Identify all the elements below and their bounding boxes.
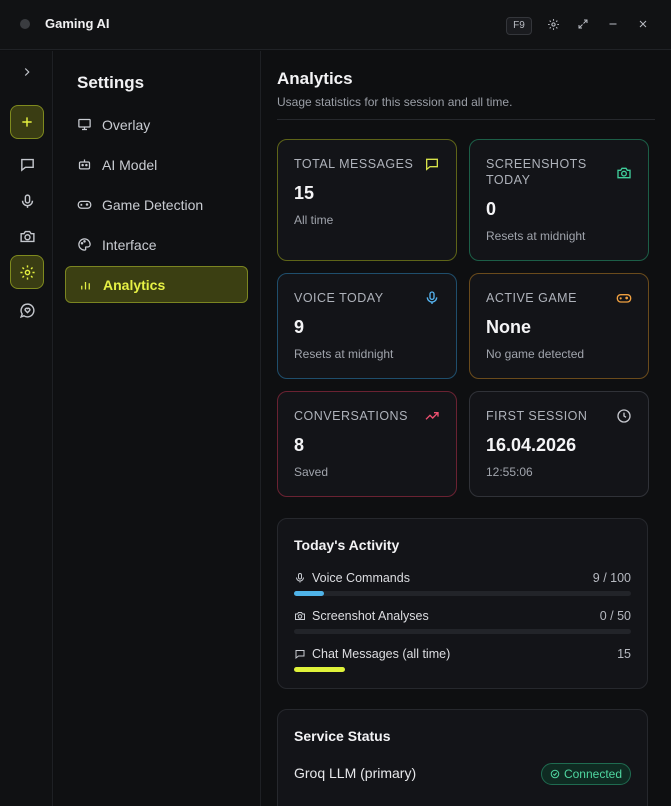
- analytics-panel: Analytics Usage statistics for this sess…: [261, 51, 671, 806]
- status-label: Connected: [563, 767, 622, 781]
- mic-icon[interactable]: [10, 184, 44, 218]
- activity-label: Voice Commands: [312, 571, 410, 585]
- stat-card-first-session: FIRST SESSION 16.04.2026 12:55:06: [469, 391, 649, 497]
- card-label: ACTIVE GAME: [486, 291, 577, 305]
- palette-icon: [78, 238, 91, 251]
- robot-icon: [78, 159, 91, 170]
- progress-fill: [294, 667, 345, 672]
- icon-rail: [0, 51, 53, 806]
- nav-item-label: Interface: [102, 236, 157, 253]
- nav-item-analytics[interactable]: Analytics: [65, 266, 248, 303]
- gear-icon[interactable]: [10, 255, 44, 289]
- card-value: 15: [294, 183, 315, 203]
- activity-label: Chat Messages (all time): [312, 647, 451, 661]
- nav-item-interface[interactable]: Interface: [65, 226, 248, 263]
- service-status-panel: Service Status Groq LLM (primary) Connec…: [277, 709, 648, 806]
- card-value: 8: [294, 435, 305, 455]
- card-value: 0: [486, 199, 497, 219]
- card-note: All time: [294, 213, 334, 227]
- nav-item-ai-model[interactable]: AI Model: [65, 146, 248, 183]
- progress-bar: [294, 629, 631, 634]
- nav-item-overlay[interactable]: Overlay: [65, 106, 248, 143]
- card-value: None: [486, 317, 531, 337]
- card-note: Resets at midnight: [486, 229, 586, 243]
- card-label: TOTAL MESSAGES: [294, 157, 414, 171]
- camera-icon: [295, 612, 305, 620]
- card-label: VOICE TODAY: [294, 291, 384, 305]
- clock-icon: [617, 409, 631, 423]
- gamepad-icon: [616, 294, 632, 303]
- plus-icon[interactable]: [10, 105, 44, 139]
- activity-row-chat: Chat Messages (all time) 15: [294, 647, 631, 672]
- close-icon[interactable]: [633, 14, 653, 34]
- page-subtitle: Usage statistics for this session and al…: [277, 95, 513, 109]
- settings-nav: Settings Overlay AI Model Game Detection…: [54, 51, 261, 806]
- card-note: Resets at midnight: [294, 347, 394, 361]
- activity-title: Today's Activity: [294, 537, 400, 553]
- card-label: SCREENSHOTS TODAY: [486, 157, 587, 187]
- activity-value: 15: [617, 647, 631, 661]
- progress-fill: [294, 591, 325, 596]
- nav-item-label: AI Model: [102, 156, 158, 173]
- title-bar: Gaming AI F9: [0, 0, 671, 50]
- camera-icon[interactable]: [10, 219, 44, 253]
- service-title: Service Status: [294, 728, 391, 744]
- nav-item-label: Overlay: [102, 116, 151, 133]
- activity-label: Screenshot Analyses: [312, 609, 429, 623]
- camera-icon: [617, 167, 631, 179]
- activity-row-voice: Voice Commands 9 / 100: [294, 571, 631, 596]
- card-value: 16.04.2026: [486, 435, 577, 455]
- app-title: Gaming AI: [45, 16, 110, 31]
- minimize-icon[interactable]: [603, 14, 623, 34]
- heart-chat-icon[interactable]: [10, 293, 44, 327]
- activity-row-screenshot: Screenshot Analyses 0 / 50: [294, 609, 631, 634]
- activity-value: 9 / 100: [592, 571, 631, 585]
- service-name: Groq LLM (primary): [294, 765, 417, 781]
- gamepad-icon: [77, 200, 92, 209]
- card-label: CONVERSATIONS: [294, 409, 408, 423]
- progress-bar: [294, 667, 631, 672]
- mic-icon: [426, 291, 438, 304]
- chevron-right-icon[interactable]: [10, 55, 44, 89]
- stat-card-conversations: CONVERSATIONS 8 Saved: [277, 391, 457, 497]
- message-icon: [295, 650, 305, 660]
- app-logo-icon: [18, 17, 32, 31]
- card-note: No game detected: [486, 347, 585, 361]
- card-note: 12:55:06: [486, 465, 533, 479]
- page-title: Analytics: [277, 69, 353, 88]
- gear-icon[interactable]: [543, 14, 563, 34]
- monitor-icon: [78, 118, 91, 131]
- settings-title: Settings: [77, 73, 145, 92]
- stat-card-screenshots-today: SCREENSHOTS TODAY 0 Resets at midnight: [469, 139, 649, 261]
- card-note: Saved: [294, 465, 329, 479]
- chat-icon[interactable]: [10, 147, 44, 181]
- stat-card-active-game: ACTIVE GAME None No game detected: [469, 273, 649, 379]
- nav-item-game-detection[interactable]: Game Detection: [65, 186, 248, 223]
- activity-panel: Today's Activity Voice Commands 9 / 100 …: [277, 518, 648, 689]
- status-badge: Connected: [540, 763, 631, 785]
- check-circle-icon: [550, 769, 560, 779]
- stat-card-voice-today: VOICE TODAY 9 Resets at midnight: [277, 273, 457, 379]
- stat-card-total-messages: TOTAL MESSAGES 15 All time: [277, 139, 457, 261]
- trending-icon: [425, 412, 439, 420]
- card-value: 9: [294, 317, 305, 337]
- nav-item-label: Game Detection: [102, 196, 204, 213]
- nav-item-label: Analytics: [103, 276, 166, 293]
- hotkey-badge: F9: [506, 17, 532, 35]
- mic-icon: [296, 573, 304, 583]
- expand-icon[interactable]: [573, 14, 593, 34]
- progress-bar: [294, 591, 631, 596]
- divider: [277, 119, 655, 120]
- message-icon: [426, 158, 438, 171]
- bar-chart-icon: [81, 282, 90, 290]
- card-label: FIRST SESSION: [486, 409, 588, 423]
- activity-value: 0 / 50: [599, 609, 631, 623]
